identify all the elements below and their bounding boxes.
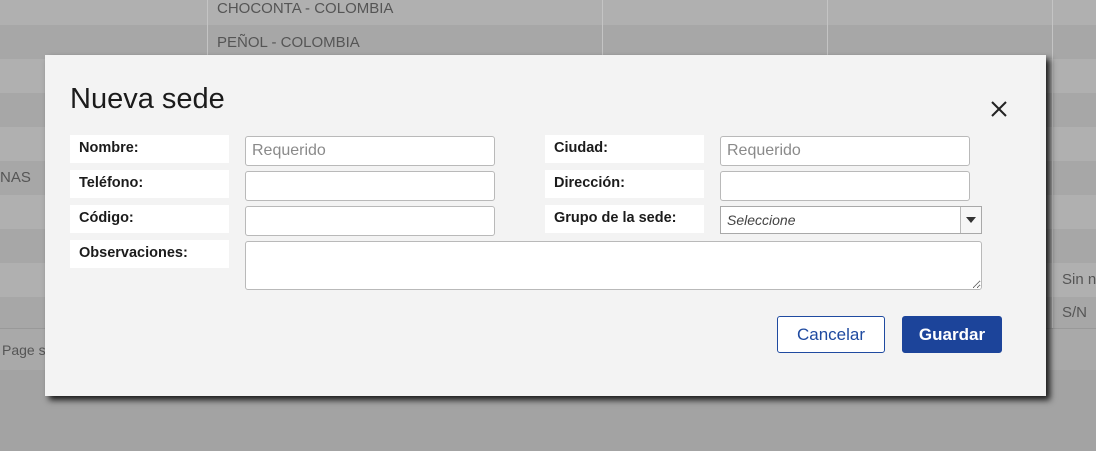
nombre-label: Nombre: xyxy=(70,135,229,163)
ciudad-label: Ciudad: xyxy=(545,135,704,163)
new-site-dialog: Nueva sede Nombre: Ciudad: Teléfono: Dir… xyxy=(45,55,1046,396)
page-size-label: Page s xyxy=(2,342,46,358)
table-row xyxy=(0,0,1096,25)
ciudad-input[interactable] xyxy=(720,136,970,166)
codigo-label: Código: xyxy=(70,205,229,233)
table-row xyxy=(0,25,1096,59)
grupo-label: Grupo de la sede: xyxy=(545,205,704,233)
table-cell-place: CHOCONTA - COLOMBIA xyxy=(217,0,394,17)
column-divider xyxy=(1052,0,1053,328)
telefono-input[interactable] xyxy=(245,171,495,201)
chevron-down-icon xyxy=(966,217,976,223)
close-button[interactable] xyxy=(989,99,1009,119)
dropdown-button[interactable] xyxy=(960,207,981,233)
codigo-input[interactable] xyxy=(245,206,495,236)
close-icon xyxy=(991,101,1007,117)
dialog-title: Nueva sede xyxy=(70,83,225,115)
observaciones-label: Observaciones: xyxy=(70,240,229,268)
grupo-select[interactable]: Seleccione xyxy=(720,206,982,234)
table-cell-fragment: Sin n xyxy=(1062,271,1096,288)
cancel-button[interactable]: Cancelar xyxy=(777,316,885,353)
telefono-label: Teléfono: xyxy=(70,170,229,198)
direccion-label: Dirección: xyxy=(545,170,704,198)
nombre-input[interactable] xyxy=(245,136,495,166)
table-cell-fragment: NAS xyxy=(0,169,31,186)
table-cell-fragment: S/N xyxy=(1062,304,1088,321)
grupo-select-value: Seleccione xyxy=(727,212,796,228)
direccion-input[interactable] xyxy=(720,171,970,201)
table-cell-place: PEÑOL - COLOMBIA xyxy=(217,34,360,51)
save-button[interactable]: Guardar xyxy=(902,316,1002,353)
observaciones-textarea[interactable] xyxy=(245,241,982,290)
